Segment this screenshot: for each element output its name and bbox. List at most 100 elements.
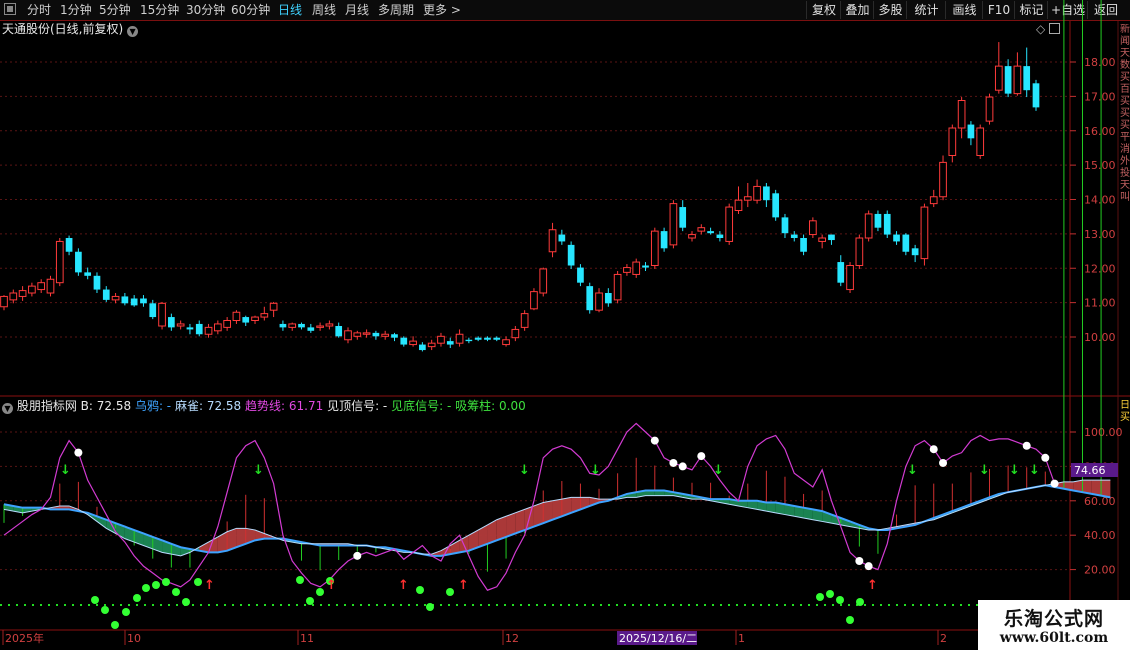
candle-body-down [837, 262, 845, 283]
candle-body-down [84, 272, 92, 276]
candle-body-up [381, 333, 390, 337]
candle-body-up [697, 227, 706, 232]
bottom-signal-dot [856, 598, 864, 606]
indicator-legend: ▼ 股朋指标网 B: 72.58 乌鸦: - 麻雀: 72.58 趋势线: 61… [2, 398, 526, 414]
candle-body-up [864, 213, 873, 239]
candle-body-down [781, 217, 789, 234]
candle-body-down [911, 248, 919, 256]
candle-body-down [149, 303, 157, 318]
chevron-down-icon[interactable]: ▼ [127, 26, 139, 37]
top-signal-dot [74, 448, 83, 457]
candle-body-up [46, 278, 55, 294]
candle-body-up [929, 196, 938, 205]
candle-body-down [121, 296, 129, 304]
crow-value: 乌鸦: - [134, 399, 172, 413]
candle-body-down [567, 244, 575, 266]
candle-body-up [520, 313, 529, 328]
candle-body-up [427, 342, 436, 348]
sparrow-value: 麻雀: 72.58 [174, 399, 242, 413]
candle-body-up [650, 230, 659, 266]
watermark-logo: 乐淘公式网 www.60lt.com [978, 600, 1130, 650]
candle-body-down [93, 275, 101, 290]
sell-arrow-icon: ↓ [907, 463, 918, 478]
candle-body-down [75, 251, 82, 273]
candle-body-up [232, 311, 241, 321]
candle-body-up [353, 332, 362, 337]
bottom-signal-dot [152, 581, 160, 589]
price-tick-label: 18.00 [1084, 56, 1116, 69]
candle-body-down [168, 317, 175, 328]
candle-body-up [632, 261, 641, 275]
chart-canvas[interactable]: 18.00 17.00 16.00 15.00 14.00 13.00 12.00 11.00… [0, 0, 1130, 650]
candle-body-up [18, 290, 27, 297]
price-tick-label: 11.00 [1084, 297, 1116, 310]
candle-body-up [846, 265, 854, 291]
bottom-signal-value: 见底信号: - [391, 399, 452, 413]
indicator-name: 股朋指标网 [16, 399, 77, 413]
candle-body-up [213, 323, 222, 332]
candle-body-down [763, 186, 770, 201]
candle-body-down [558, 234, 566, 242]
watermark-url: www.60lt.com [999, 630, 1109, 646]
candle-body-down [140, 298, 147, 304]
candle-body-up [325, 323, 334, 327]
candle-body-down [242, 317, 250, 323]
candle-body-up [948, 127, 957, 156]
buy-arrow-icon: ↑ [326, 578, 337, 593]
candle-body-down [419, 344, 426, 351]
candle-body-down [660, 231, 668, 249]
chevron-down-icon[interactable]: ▼ [2, 403, 13, 414]
candle-body-down [1004, 66, 1012, 94]
bottom-signal-dot [194, 578, 202, 586]
candle-body-up [158, 302, 166, 327]
candle-body-up [260, 313, 269, 318]
price-tick-label: 12.00 [1084, 262, 1116, 275]
bottom-signal-dot [306, 597, 314, 605]
bottom-signal-dot [91, 596, 99, 604]
bottom-signal-dot [416, 586, 424, 594]
top-signal-dot [864, 562, 873, 571]
candle-body-down [130, 298, 138, 306]
indicator-tick-label: 60.00 [1084, 495, 1116, 508]
top-signal-dot [855, 557, 864, 565]
price-tick-label: 15.00 [1084, 159, 1116, 172]
candle-body-down [474, 337, 482, 340]
candle-body-up [316, 325, 324, 328]
candle-body-up [176, 323, 185, 327]
bottom-signal-dot [846, 616, 854, 624]
side-news-strip[interactable]: 新闻天数买百买买买平消外投天叫 [1120, 24, 1130, 394]
candle-body-down [1023, 66, 1031, 91]
candle-body-up [511, 328, 520, 339]
candle-body-down [828, 234, 835, 241]
candle-body-down [307, 327, 315, 331]
candle-body-up [9, 292, 18, 301]
candle-body-up [743, 196, 752, 201]
date-label: 1 [738, 632, 745, 645]
candle-body-down [465, 339, 473, 342]
date-label: 12 [505, 632, 519, 645]
candle-body-up [809, 220, 817, 236]
price-tick-label: 16.00 [1084, 125, 1116, 138]
sell-arrow-icon: ↓ [253, 463, 264, 478]
candle-body-up [530, 291, 538, 310]
bottom-signal-dot [172, 588, 180, 596]
candle-body-down [1032, 83, 1040, 108]
candle-body-up [55, 240, 64, 284]
candle-body-up [595, 292, 603, 311]
candle-body-up [111, 295, 120, 301]
candle-body-up [818, 237, 827, 242]
top-signal-dot [939, 458, 948, 467]
candle-body-up [251, 316, 259, 321]
candle-body-up [957, 100, 966, 129]
sell-arrow-icon: ↓ [1009, 463, 1020, 478]
diamond-icon[interactable]: ◇ [1036, 22, 1045, 36]
bottom-signal-dot [142, 584, 150, 592]
bottom-signal-dot [133, 594, 141, 602]
candle-body-up [362, 332, 371, 335]
candle-body-up [669, 203, 678, 246]
top-signal-dot [650, 436, 659, 445]
sell-arrow-icon: ↓ [60, 463, 71, 478]
maximize-icon[interactable] [1049, 23, 1061, 34]
candle-body-up [920, 206, 929, 260]
side-signal-strip[interactable]: 日买 [1120, 400, 1130, 430]
